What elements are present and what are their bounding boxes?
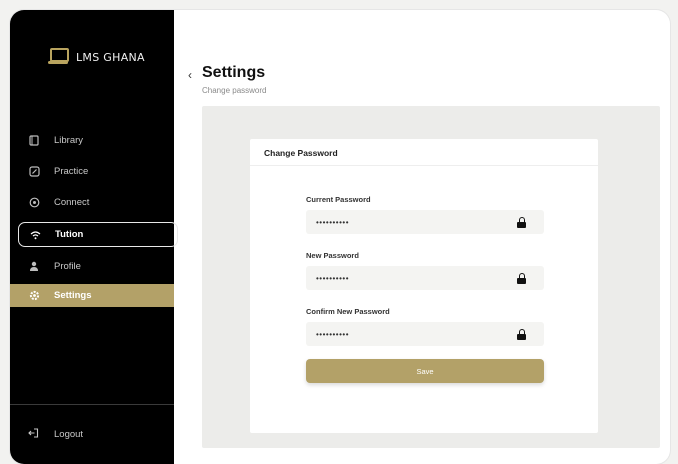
gear-icon	[28, 290, 40, 302]
sidebar-item-label: Library	[54, 135, 84, 146]
connect-icon	[28, 197, 40, 209]
sidebar-item-label: Tution	[55, 229, 84, 240]
wifi-icon	[29, 229, 41, 241]
logout-button[interactable]: Logout	[28, 428, 83, 441]
brand[interactable]: LMS GHANA	[48, 48, 145, 66]
lock-icon	[517, 328, 526, 340]
page-subtitle: Change password	[202, 86, 267, 95]
card-title: Change Password	[264, 148, 338, 158]
confirm-password-field[interactable]: ••••••••••	[306, 322, 544, 346]
book-icon	[28, 135, 40, 147]
edit-icon	[28, 166, 40, 178]
sidebar-item-label: Connect	[54, 197, 90, 208]
back-chevron-icon[interactable]: ‹	[188, 68, 192, 82]
sidebar: LMS GHANA Library Practice Connect Tutio…	[10, 10, 178, 464]
change-password-card: Change Password Current Password •••••••…	[250, 139, 598, 433]
lock-icon	[517, 272, 526, 284]
card-divider	[250, 165, 598, 166]
save-button[interactable]: Save	[306, 359, 544, 383]
monitor-logo-icon	[48, 48, 70, 66]
logout-icon	[28, 428, 40, 441]
lock-icon	[517, 216, 526, 228]
sidebar-divider	[10, 404, 174, 405]
sidebar-item-settings[interactable]: Settings	[10, 284, 174, 307]
sidebar-item-practice[interactable]: Practice	[10, 156, 174, 187]
sidebar-item-tution[interactable]: Tution	[18, 222, 178, 247]
new-password-value: ••••••••••	[316, 273, 350, 283]
sidebar-item-connect[interactable]: Connect	[10, 187, 174, 218]
confirm-password-value: ••••••••••	[316, 329, 350, 339]
confirm-password-label: Confirm New Password	[306, 307, 390, 316]
main-content: ‹ Settings Change password Change Passwo…	[174, 10, 670, 464]
sidebar-item-label: Profile	[54, 261, 81, 272]
logout-label: Logout	[54, 429, 84, 440]
sidebar-nav: Library Practice Connect Tution Profile …	[10, 125, 178, 307]
page-title: Settings	[202, 64, 266, 81]
current-password-field[interactable]: ••••••••••	[306, 210, 544, 234]
sidebar-item-profile[interactable]: Profile	[10, 251, 174, 282]
user-icon	[28, 261, 40, 273]
brand-name: LMS GHANA	[76, 50, 145, 64]
sidebar-item-label: Settings	[54, 290, 92, 301]
new-password-field[interactable]: ••••••••••	[306, 266, 544, 290]
app-window: LMS GHANA Library Practice Connect Tutio…	[10, 10, 670, 464]
current-password-value: ••••••••••	[316, 217, 350, 227]
new-password-label: New Password	[306, 251, 359, 260]
sidebar-item-label: Practice	[54, 166, 89, 177]
sidebar-item-library[interactable]: Library	[10, 125, 174, 156]
current-password-label: Current Password	[306, 195, 371, 204]
